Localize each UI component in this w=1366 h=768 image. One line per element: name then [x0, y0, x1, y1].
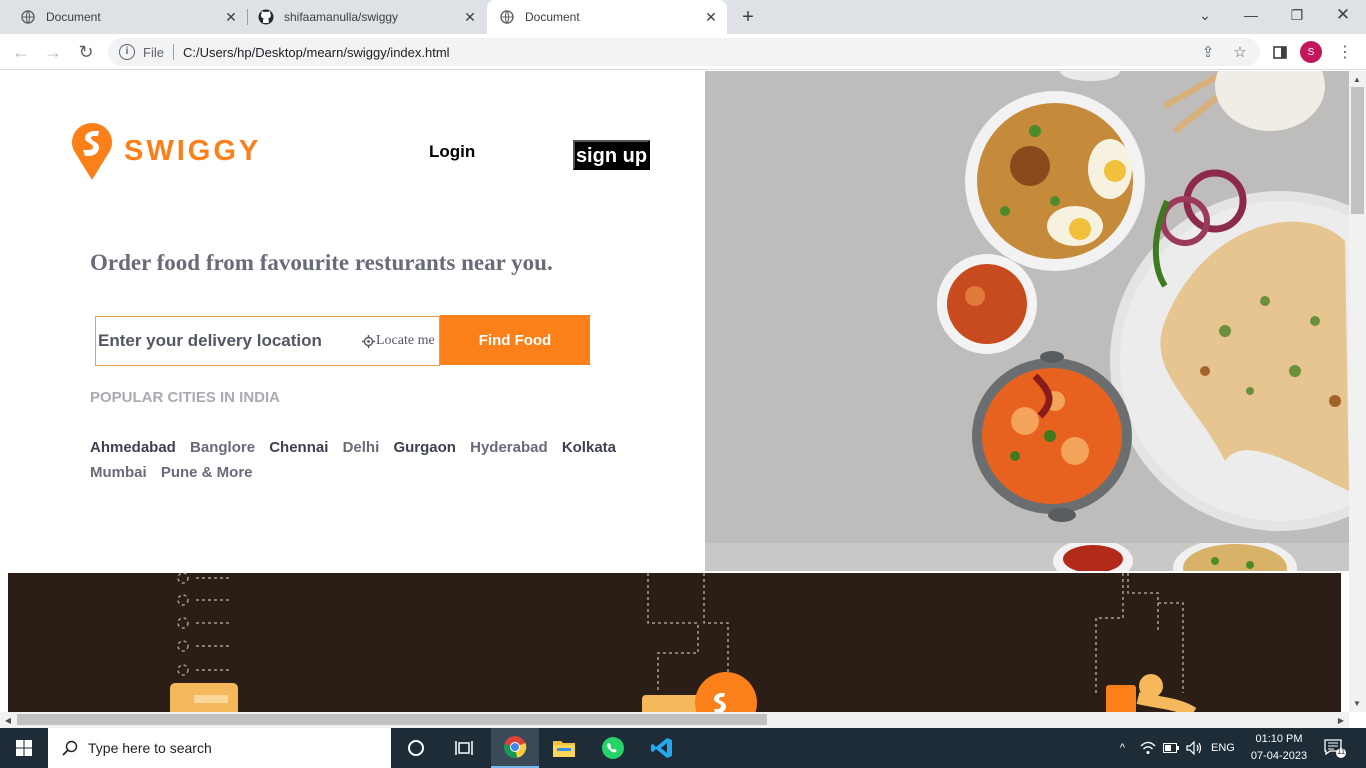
globe-icon	[499, 9, 515, 25]
scroll-down-arrow[interactable]: ▼	[1349, 695, 1365, 711]
browser-toolbar: ← → ↻ i File C:/Users/hp/Desktop/mearn/s…	[0, 34, 1366, 70]
city-link[interactable]: Kolkata	[562, 439, 616, 456]
taskbar-clock[interactable]: 01:10 PM 07-04-2023	[1244, 731, 1314, 765]
taskbar-search-placeholder: Type here to search	[88, 740, 212, 756]
cortana-icon[interactable]	[392, 728, 440, 768]
location-search-box: Locate me	[95, 316, 440, 366]
file-explorer-icon[interactable]	[540, 728, 588, 768]
vertical-scroll-thumb[interactable]	[1351, 87, 1364, 214]
profile-avatar[interactable]: S	[1300, 41, 1322, 63]
popular-cities-title: POPULAR CITIES IN INDIA	[90, 389, 281, 406]
tab-github[interactable]: shifaamanulla/swiggy ✕	[248, 0, 486, 34]
restore-button[interactable]: ❐	[1274, 0, 1320, 30]
github-icon	[258, 9, 274, 25]
new-tab-button[interactable]: +	[736, 5, 760, 29]
tab-document-active[interactable]: Document ✕	[487, 0, 727, 34]
city-link[interactable]: Pune & More	[161, 464, 253, 481]
popular-cities-list: Ahmedabad Banglore Chennai Delhi Gurgaon…	[90, 435, 660, 485]
side-panel-icon[interactable]	[1268, 40, 1292, 64]
menu-kebab-icon[interactable]: ⋮	[1333, 40, 1357, 64]
show-hidden-icons-chevron[interactable]: ^	[1114, 728, 1131, 768]
clock-time: 01:10 PM	[1255, 733, 1303, 745]
close-window-button[interactable]: ✕	[1320, 0, 1366, 30]
wifi-icon[interactable]	[1140, 728, 1156, 768]
notification-count: 11	[1336, 747, 1346, 756]
swiggy-logo[interactable]: SWIGGY	[72, 123, 261, 180]
tab-title: Document	[46, 10, 101, 24]
city-link[interactable]: Ahmedabad	[90, 439, 176, 456]
url-text[interactable]: C:/Users/hp/Desktop/mearn/swiggy/index.h…	[183, 45, 450, 60]
crosshair-icon	[362, 334, 375, 348]
notifications-button[interactable]: 11	[1324, 728, 1346, 768]
close-icon[interactable]: ✕	[701, 7, 721, 27]
city-link[interactable]: Delhi	[343, 439, 380, 456]
locate-me-button[interactable]: Locate me	[362, 333, 435, 349]
swiggy-logo-icon	[72, 123, 112, 180]
scroll-left-arrow[interactable]: ◀	[0, 712, 16, 728]
find-food-button[interactable]: Find Food	[440, 315, 590, 365]
city-link[interactable]: Hyderabad	[470, 439, 548, 456]
windows-logo-icon	[16, 740, 32, 756]
windows-taskbar: Type here to search ^ ENG 01:10 PM 07-04…	[0, 728, 1366, 768]
hero-food-image	[705, 71, 1349, 543]
page-headline: Order food from favourite resturants nea…	[90, 250, 553, 275]
language-indicator[interactable]: ENG	[1211, 728, 1235, 768]
share-icon[interactable]: ⇪	[1196, 40, 1220, 64]
scroll-right-arrow[interactable]: ▶	[1333, 712, 1349, 728]
bookmark-star-icon[interactable]: ☆	[1228, 40, 1252, 64]
taskbar-search-box[interactable]: Type here to search	[48, 728, 391, 768]
reload-button[interactable]: ↻	[74, 40, 98, 64]
address-bar[interactable]: i File C:/Users/hp/Desktop/mearn/swiggy/…	[108, 38, 1260, 66]
whatsapp-icon[interactable]	[589, 728, 637, 768]
how-it-works-banner	[8, 573, 1341, 712]
logo-text: SWIGGY	[124, 135, 262, 167]
minimize-button[interactable]: —	[1228, 0, 1274, 30]
tab-title: shifaamanulla/swiggy	[284, 10, 399, 24]
chrome-icon[interactable]	[491, 728, 539, 768]
tab-title: Document	[525, 10, 580, 24]
delivery-location-input[interactable]	[98, 331, 348, 351]
info-icon[interactable]: i	[119, 44, 135, 60]
vscode-icon[interactable]	[638, 728, 686, 768]
windows-start-button[interactable]	[0, 728, 48, 768]
close-icon[interactable]: ✕	[221, 7, 241, 27]
tab-strip: Document ✕ shifaamanulla/swiggy ✕ Docume…	[0, 0, 1366, 34]
scroll-up-arrow[interactable]: ▲	[1349, 71, 1365, 87]
globe-icon	[20, 9, 36, 25]
city-link[interactable]: Gurgaon	[393, 439, 456, 456]
forward-button[interactable]: →	[41, 40, 65, 64]
close-icon[interactable]: ✕	[460, 7, 480, 27]
login-link[interactable]: Login	[429, 142, 475, 162]
divider	[172, 44, 174, 60]
city-link[interactable]: Chennai	[269, 439, 328, 456]
hero-food-image-lower	[705, 543, 1349, 571]
horizontal-scroll-thumb[interactable]	[17, 714, 767, 725]
battery-icon[interactable]	[1163, 728, 1179, 768]
locate-me-label: Locate me	[376, 333, 435, 348]
tab-document-1[interactable]: Document ✕	[0, 0, 247, 34]
scheme-label: File	[143, 44, 164, 60]
signup-button[interactable]: sign up	[573, 140, 650, 170]
search-icon	[62, 740, 78, 756]
volume-icon[interactable]	[1186, 728, 1204, 768]
city-link[interactable]: Banglore	[190, 439, 255, 456]
city-link[interactable]: Mumbai	[90, 464, 147, 481]
page-viewport: SWIGGY Login sign up Order food from fav…	[0, 71, 1349, 712]
tab-search-button[interactable]: ⌄	[1182, 0, 1228, 30]
back-button[interactable]: ←	[9, 40, 33, 64]
task-view-icon[interactable]	[440, 728, 488, 768]
clock-date: 07-04-2023	[1250, 750, 1308, 762]
